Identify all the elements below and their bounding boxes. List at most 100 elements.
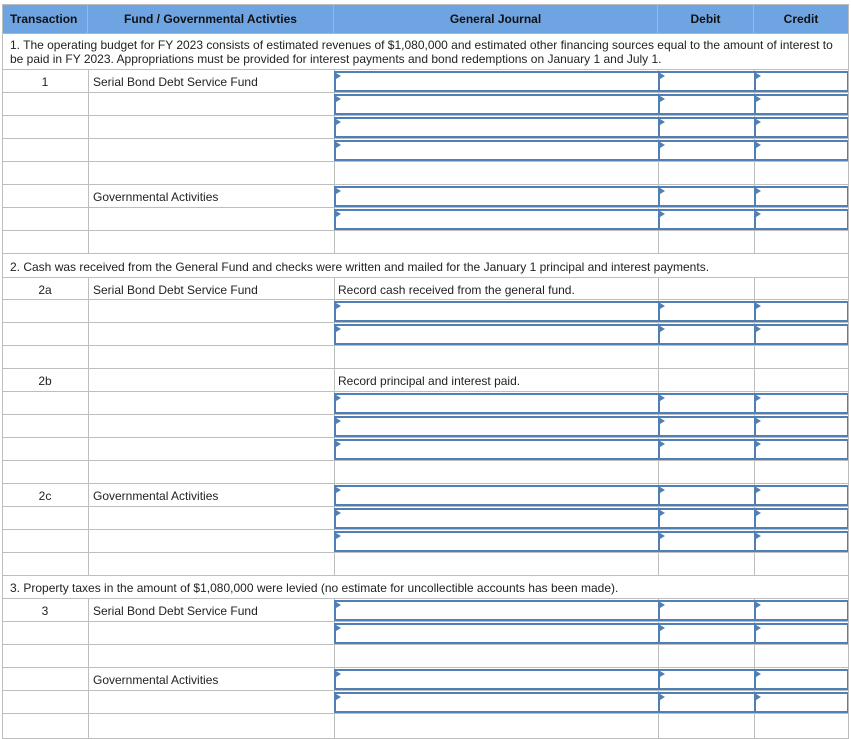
transaction-number: 2a (38, 283, 52, 297)
credit-input[interactable] (754, 508, 849, 529)
credit-input[interactable] (754, 439, 849, 460)
journal-row (2, 392, 849, 415)
credit-input[interactable] (754, 669, 849, 690)
cell-divider (754, 162, 755, 184)
cell-divider (88, 392, 89, 414)
cell-divider (334, 645, 335, 667)
credit-input[interactable] (754, 623, 849, 644)
account-input[interactable] (334, 324, 660, 345)
fund-label: Governmental Activities (93, 190, 219, 204)
cell-divider (88, 668, 89, 690)
debit-input[interactable] (658, 324, 756, 345)
narrative-2: 2. Cash was received from the General Fu… (2, 254, 849, 278)
debit-input[interactable] (658, 301, 756, 322)
cell-divider (88, 300, 89, 322)
cell-divider (88, 369, 89, 391)
journal-row (2, 530, 849, 553)
debit-input[interactable] (658, 439, 756, 460)
fund-label: Serial Bond Debt Service Fund (93, 604, 258, 618)
cell-divider (334, 369, 335, 391)
credit-input[interactable] (754, 209, 849, 230)
journal-row (2, 116, 849, 139)
debit-input[interactable] (658, 140, 756, 161)
account-input[interactable] (334, 669, 660, 690)
fund-label: Serial Bond Debt Service Fund (93, 283, 258, 297)
cell-divider (88, 599, 89, 621)
credit-input[interactable] (754, 140, 849, 161)
debit-input[interactable] (658, 485, 756, 506)
journal-row (2, 438, 849, 461)
narrative-1: 1. The operating budget for FY 2023 cons… (2, 35, 849, 70)
account-input[interactable] (334, 416, 660, 437)
journal-row: 2b Record principal and interest paid. (2, 369, 849, 392)
debit-input[interactable] (658, 692, 756, 713)
debit-input[interactable] (658, 186, 756, 207)
cell-divider (754, 346, 755, 368)
account-input[interactable] (334, 439, 660, 460)
cell-divider (88, 691, 89, 713)
credit-input[interactable] (754, 186, 849, 207)
cell-divider (88, 438, 89, 460)
journal-row: 2a Serial Bond Debt Service Fund Record ca… (2, 278, 849, 300)
account-input[interactable] (334, 71, 660, 92)
journal-row: 1 Serial Bond Debt Service Fund (2, 70, 849, 93)
journal-row (2, 231, 849, 254)
debit-input[interactable] (658, 94, 756, 115)
account-input[interactable] (334, 623, 660, 644)
account-input[interactable] (334, 393, 660, 414)
cell-divider (754, 714, 755, 738)
credit-input[interactable] (754, 393, 849, 414)
journal-row (2, 645, 849, 668)
account-input[interactable] (334, 531, 660, 552)
credit-input[interactable] (754, 117, 849, 138)
cell-divider (88, 553, 89, 575)
debit-input[interactable] (658, 117, 756, 138)
account-input[interactable] (334, 186, 660, 207)
credit-input[interactable] (754, 600, 849, 621)
cell-divider (658, 346, 659, 368)
credit-input[interactable] (754, 692, 849, 713)
account-input[interactable] (334, 140, 660, 161)
narrative-2-text: 2. Cash was received from the General Fu… (10, 260, 710, 274)
credit-input[interactable] (754, 71, 849, 92)
cell-divider (88, 714, 89, 738)
account-input[interactable] (334, 209, 660, 230)
cell-divider (754, 645, 755, 667)
account-input[interactable] (334, 692, 660, 713)
cell-divider (88, 93, 89, 115)
debit-input[interactable] (658, 669, 756, 690)
credit-input[interactable] (754, 324, 849, 345)
debit-input[interactable] (658, 393, 756, 414)
cell-divider (658, 231, 659, 253)
credit-input[interactable] (754, 416, 849, 437)
cell-divider (88, 139, 89, 161)
account-input[interactable] (334, 600, 660, 621)
debit-input[interactable] (658, 71, 756, 92)
header-transaction: Transaction (2, 4, 88, 34)
cell-divider (88, 461, 89, 483)
account-input[interactable] (334, 301, 660, 322)
journal-row (2, 622, 849, 645)
debit-input[interactable] (658, 209, 756, 230)
debit-input[interactable] (658, 623, 756, 644)
cell-divider (88, 415, 89, 437)
debit-input[interactable] (658, 508, 756, 529)
cell-divider (88, 323, 89, 345)
credit-input[interactable] (754, 485, 849, 506)
narrative-1-text: 1. The operating budget for FY 2023 cons… (10, 38, 833, 66)
cell-divider (88, 116, 89, 138)
debit-input[interactable] (658, 416, 756, 437)
account-input[interactable] (334, 508, 660, 529)
account-input[interactable] (334, 117, 660, 138)
cell-divider (334, 714, 335, 738)
fund-label: Governmental Activities (93, 489, 219, 503)
cell-divider (334, 162, 335, 184)
credit-input[interactable] (754, 301, 849, 322)
account-input[interactable] (334, 485, 660, 506)
debit-input[interactable] (658, 600, 756, 621)
account-input[interactable] (334, 94, 660, 115)
credit-input[interactable] (754, 531, 849, 552)
credit-input[interactable] (754, 94, 849, 115)
debit-input[interactable] (658, 531, 756, 552)
cell-divider (88, 208, 89, 230)
